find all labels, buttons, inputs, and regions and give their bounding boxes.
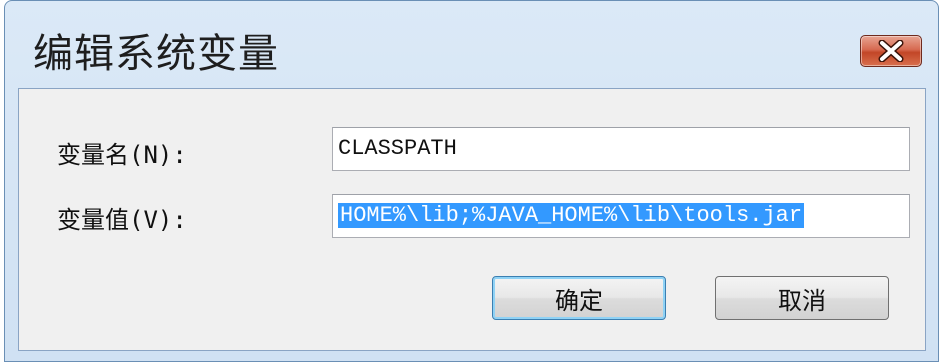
title-bar[interactable]: 编辑系统变量: [5, 1, 938, 91]
dialog-body: 变量名(N): CLASSPATH 变量值(V): HOME%\lib;%JAV…: [18, 88, 926, 351]
variable-name-label: 变量名(N):: [57, 141, 187, 169]
variable-name-text: CLASSPATH: [338, 136, 457, 161]
ok-button[interactable]: 确定: [492, 276, 666, 320]
close-button[interactable]: [860, 35, 922, 67]
cancel-button[interactable]: 取消: [715, 276, 889, 320]
variable-value-input[interactable]: HOME%\lib;%JAVA_HOME%\lib\tools.jar: [332, 194, 910, 238]
dialog-title: 编辑系统变量: [33, 31, 279, 77]
edit-system-variable-dialog: 编辑系统变量 变量名(N): CLASSPATH 变量值(V): HOME%\l…: [4, 0, 939, 362]
variable-value-selected-text: HOME%\lib;%JAVA_HOME%\lib\tools.jar: [338, 203, 805, 228]
variable-name-input[interactable]: CLASSPATH: [332, 127, 910, 171]
close-icon: [878, 40, 904, 62]
variable-value-label: 变量值(V):: [57, 206, 187, 234]
